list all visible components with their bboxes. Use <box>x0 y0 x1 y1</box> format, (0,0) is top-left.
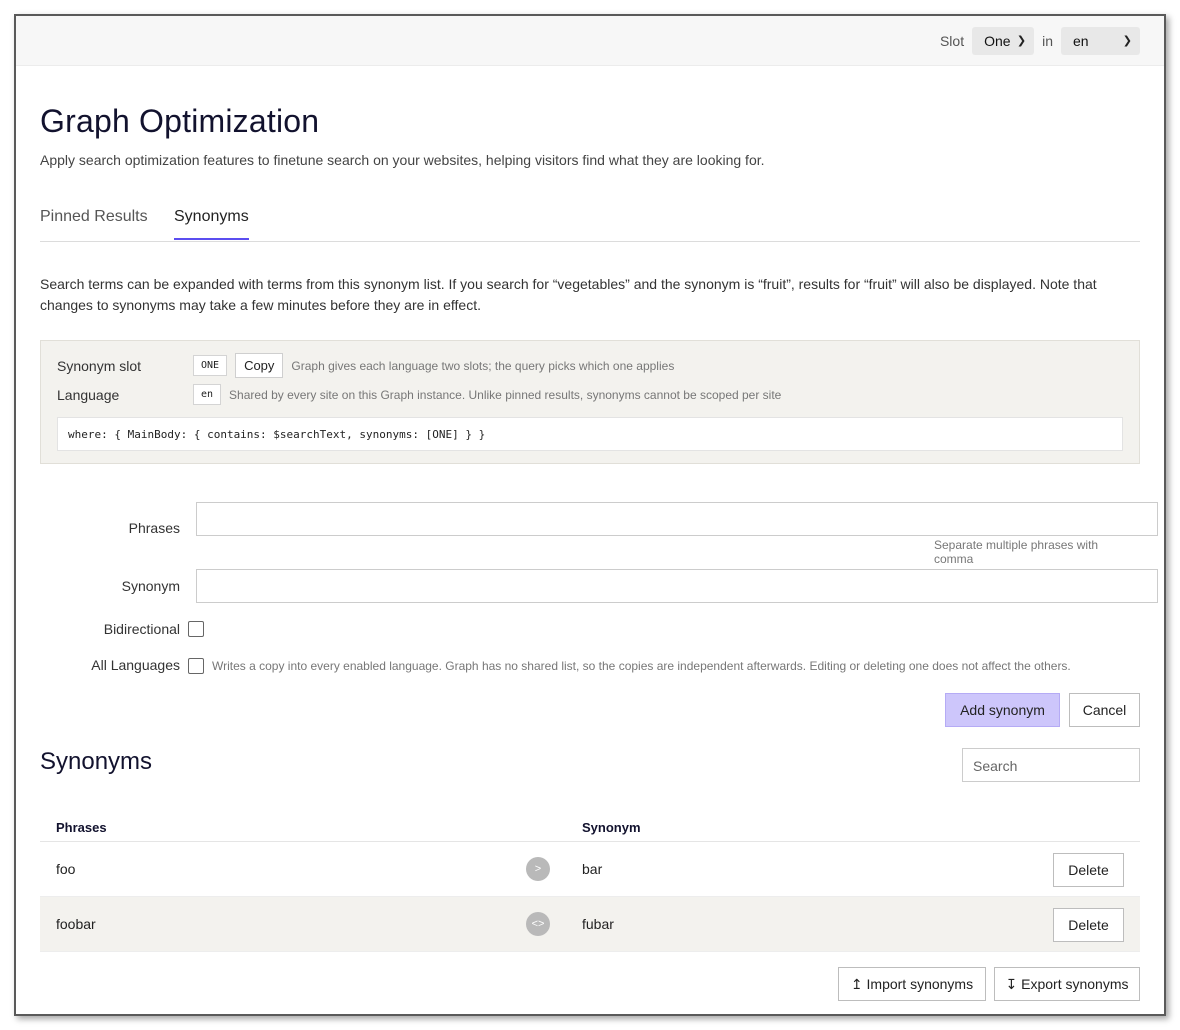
synonym-input[interactable] <box>196 569 1158 603</box>
row-phrases: foo <box>56 861 76 877</box>
tab-pinned-results[interactable]: Pinned Results <box>40 208 148 238</box>
all-languages-label: All Languages <box>91 657 180 673</box>
column-header-synonym: Synonym <box>582 820 641 835</box>
synonyms-table: Phrases Synonym foo > bar Delete foobar … <box>40 802 1140 952</box>
delete-button[interactable]: Delete <box>1053 908 1124 942</box>
language-row: Language en Shared by every site on this… <box>57 384 781 405</box>
page-title: Graph Optimization <box>40 103 320 139</box>
slot-select-value: One <box>984 32 1011 49</box>
synonyms-description: Search terms can be expanded with terms … <box>40 276 1097 313</box>
language-select-value: en <box>1073 32 1089 49</box>
language-hint: Shared by every site on this Graph insta… <box>229 387 782 402</box>
slot-hint: Graph gives each language two slots; the… <box>291 358 675 373</box>
row-phrases: foobar <box>56 916 96 932</box>
column-header-phrases: Phrases <box>56 820 107 835</box>
row-synonym: fubar <box>582 916 614 932</box>
table-row: foo > bar Delete <box>40 842 1140 897</box>
page-subtitle: Apply search optimization features to fi… <box>40 152 765 168</box>
app-window: Slot One ❯ in en ❯ Graph Optimization Ap… <box>14 14 1166 1016</box>
in-label: in <box>1042 32 1053 49</box>
bidirectional-checkbox[interactable] <box>188 621 204 637</box>
phrases-label: Phrases <box>128 520 180 536</box>
slot-label: Slot <box>939 32 965 49</box>
export-synonyms-button[interactable]: ↧ Export synonyms <box>994 967 1140 1001</box>
language-chip: en <box>193 384 222 405</box>
table-header: Phrases Synonym <box>40 802 1140 842</box>
slot-row: Synonym slot ONE Copy Graph gives each l… <box>57 353 674 378</box>
import-synonyms-button[interactable]: ↥ Import synonyms <box>838 967 986 1001</box>
all-languages-hint: Writes a copy into every enabled languag… <box>212 659 1071 673</box>
copy-button[interactable]: Copy <box>235 353 284 378</box>
phrases-hint: Separate multiple phrases with comma <box>934 538 1099 566</box>
slot-chip: ONE <box>193 355 228 376</box>
language-label: Language <box>57 386 120 403</box>
slot-info-panel: Synonym slot ONE Copy Graph gives each l… <box>40 340 1140 464</box>
bidirectional-label: Bidirectional <box>103 621 180 637</box>
tab-bar: Pinned Results Synonyms <box>40 196 1140 242</box>
phrases-input[interactable] <box>196 502 1158 536</box>
delete-button[interactable]: Delete <box>1053 853 1124 887</box>
all-languages-checkbox[interactable] <box>188 658 204 674</box>
synonyms-list-title: Synonyms <box>40 748 153 775</box>
slot-select[interactable]: One ❯ <box>972 26 1035 55</box>
tab-synonyms[interactable]: Synonyms <box>174 208 249 240</box>
table-row: foobar <> fubar Delete <box>40 897 1140 952</box>
synonym-slot-label: Synonym slot <box>57 357 142 374</box>
add-synonym-button[interactable]: Add synonym <box>945 693 1060 727</box>
chevron-down-icon: ❯ <box>1122 35 1132 47</box>
top-bar: Slot One ❯ in en ❯ <box>16 16 1164 66</box>
row-synonym: bar <box>582 861 603 877</box>
language-select[interactable]: en ❯ <box>1061 26 1140 55</box>
synonym-search-input[interactable]: Search <box>962 748 1140 782</box>
cancel-button[interactable]: Cancel <box>1069 693 1140 727</box>
one-way-arrow-icon: > <box>526 857 550 881</box>
synonym-label: Synonym <box>121 578 180 594</box>
chevron-down-icon: ❯ <box>1016 35 1027 47</box>
two-way-arrow-icon: <> <box>526 912 550 936</box>
query-code-snippet: where: { MainBody: { contains: $searchTe… <box>57 417 1123 451</box>
